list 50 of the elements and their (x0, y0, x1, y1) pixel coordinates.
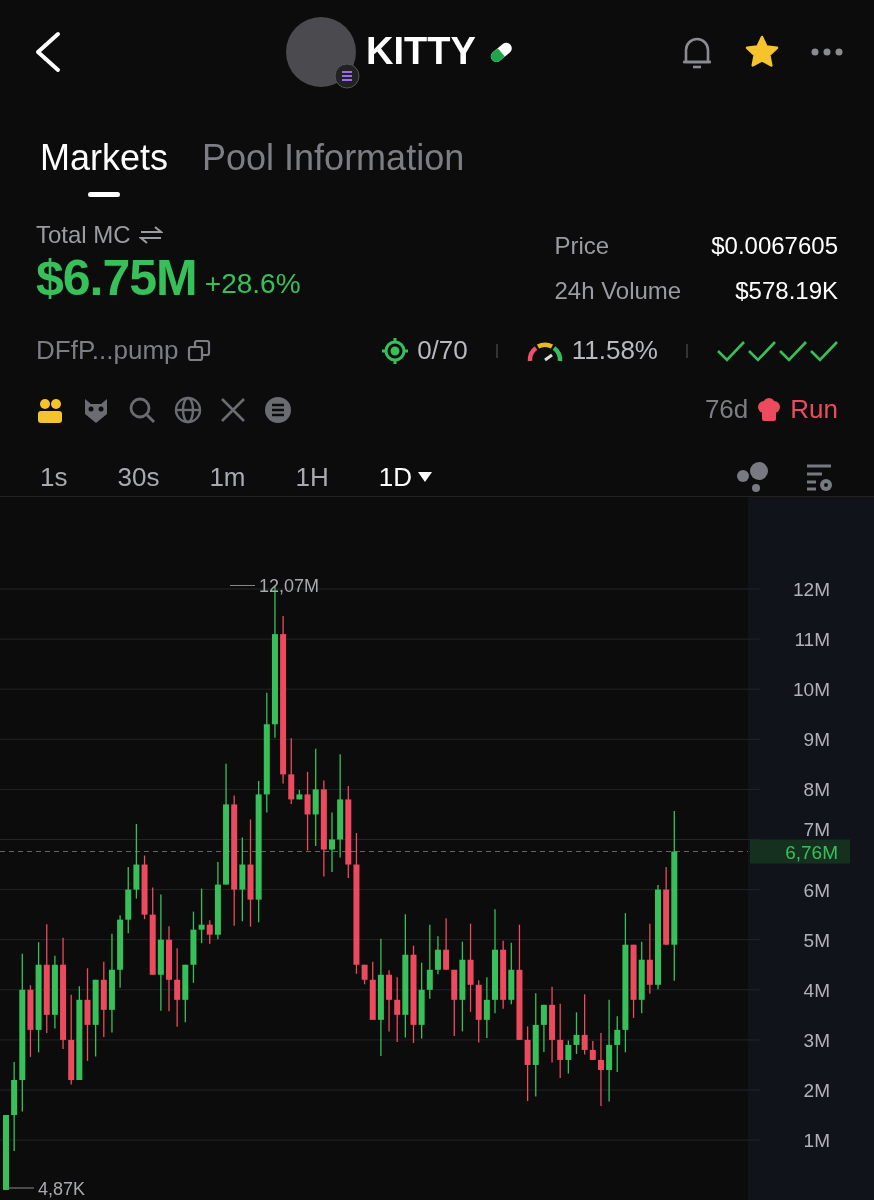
swap-icon[interactable] (138, 225, 163, 245)
stat-label: 24h Volume (554, 276, 682, 305)
token-address: DFfP...pump (36, 335, 179, 366)
timeframe-tab[interactable]: 1D (378, 461, 432, 493)
chart-settings-icon[interactable] (804, 462, 834, 492)
timeframe-tab[interactable]: 1m (209, 461, 246, 493)
market-cap-value: $6.75M (36, 249, 197, 307)
axis-label: 8M (803, 779, 830, 801)
axis-label: 2M (803, 1080, 830, 1101)
axis-label: 5M (803, 929, 830, 951)
x-icon[interactable] (220, 396, 246, 423)
bubbles-icon[interactable] (736, 461, 770, 493)
caret-icon (418, 472, 432, 482)
leader-line (7, 1187, 35, 1189)
token-title: KITTY (366, 30, 476, 73)
leader-line (229, 585, 256, 586)
axis-label: 7M (803, 818, 830, 840)
axis-label: 6M (803, 879, 830, 901)
star-icon[interactable] (744, 33, 780, 70)
stat-label: Price (554, 231, 611, 260)
timeframe-tab[interactable]: 1H (295, 461, 329, 493)
stat-value: $0.0067605 (711, 231, 838, 260)
target-icon (381, 336, 410, 365)
change-percent: +28.6% (204, 268, 301, 300)
chef-hat-icon (756, 396, 783, 423)
stat-value: $578.19K (734, 276, 838, 305)
axis-label: 1M (803, 1130, 830, 1152)
high-label: 12,07M (259, 576, 320, 597)
tab[interactable]: Pool Information (202, 133, 465, 197)
price-tag: 6,76M (750, 839, 850, 864)
tab[interactable]: Markets (40, 133, 169, 197)
more-icon[interactable] (810, 46, 844, 57)
timeframe-tab[interactable]: 30s (117, 461, 160, 493)
globe-icon[interactable] (174, 395, 202, 424)
search-icon[interactable] (128, 395, 156, 424)
gauge-percent: 11.58% (571, 335, 658, 366)
coin-icon[interactable] (264, 395, 292, 424)
copy-icon[interactable] (186, 338, 211, 363)
axis-label: 10M (793, 679, 830, 701)
timeframe-tab[interactable]: 1s (40, 461, 68, 493)
axis-label: 9M (803, 729, 830, 751)
low-label: 4,87K (38, 1179, 86, 1199)
axis-label: 3M (803, 1029, 830, 1051)
sniper-count: 0/70 (417, 335, 468, 366)
axis-label: 12M (793, 579, 830, 600)
axis-label: 4M (803, 979, 830, 1001)
token-age: 76d (704, 394, 749, 425)
status-label: Run (790, 394, 838, 425)
axis-label: 11M (794, 629, 830, 651)
market-cap-label: Total MC (36, 221, 131, 249)
